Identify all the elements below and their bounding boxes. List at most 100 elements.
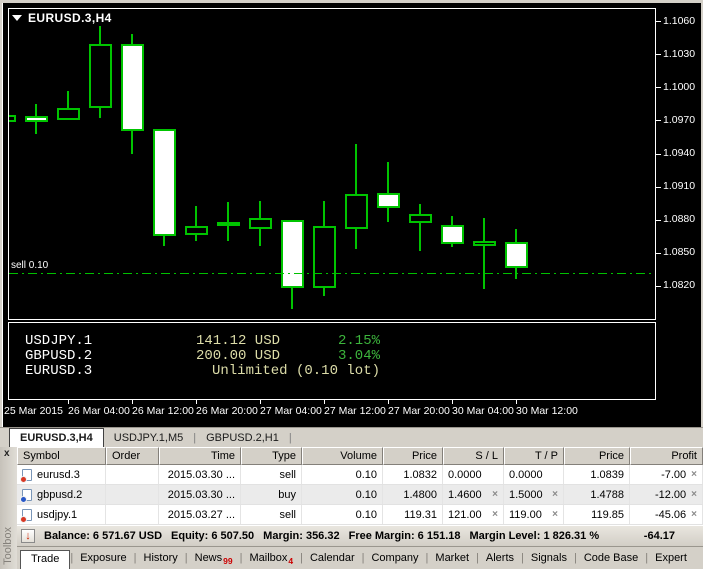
overlay-symbol: EURUSD.3 (25, 363, 92, 379)
chart-title: EURUSD.3,H4 (28, 11, 112, 25)
symbol-cell: gbpusd.2 (17, 485, 106, 504)
bear-candle-body (505, 242, 528, 268)
trade-row-gbpusd.2[interactable]: gbpusd.22015.03.30 ...buy0.101.48001.460… (17, 485, 703, 505)
order-cell (106, 465, 159, 484)
profit-value: -45.06 (655, 509, 686, 521)
type-cell: sell (241, 505, 302, 524)
take-profit-cell: 0.0000 (504, 465, 564, 484)
time-tick-label: 27 Mar 20:00 (388, 405, 450, 417)
tp-value: 119.00 (509, 509, 542, 521)
remove-sl-button[interactable]: × (492, 489, 498, 500)
bear-candle-body (377, 193, 400, 207)
bull-candle-body (8, 115, 16, 122)
price-tick-label: 1.0850 (663, 246, 695, 258)
bear-candle-body (121, 44, 144, 131)
buy-dot-icon (20, 496, 27, 503)
toolbox-panel: x Toolbox SymbolOrderTimeTypeVolumePrice… (0, 447, 703, 569)
chart-tab-eurusd-3-h4[interactable]: EURUSD.3,H4 (9, 428, 104, 447)
time-tick-label: 26 Mar 04:00 (68, 405, 130, 417)
column-header-volume[interactable]: Volume (302, 447, 383, 465)
profit-value: -7.00 (661, 469, 686, 481)
toolbox-tab-trade[interactable]: Trade (20, 550, 70, 569)
symbol-cell: usdjpy.1 (17, 505, 106, 524)
trade-row-usdjpy.1[interactable]: usdjpy.12015.03.27 ...sell0.10119.31121.… (17, 505, 703, 525)
tab-label: History (144, 552, 178, 564)
price-tick (656, 286, 661, 287)
time-tick (132, 400, 133, 404)
close-order-button[interactable]: × (691, 509, 697, 520)
tab-label: Trade (31, 553, 59, 565)
sl-value: 0.0000 (448, 469, 482, 481)
time-cell: 2015.03.27 ... (159, 505, 241, 524)
toolbox-tab-history[interactable]: History (137, 550, 185, 566)
close-toolbox-button[interactable]: x (4, 448, 10, 459)
tp-value: 0.0000 (509, 469, 543, 481)
account-info-subwindow: USDJPY.1141.12 USD2.15%GBPUSD.2200.00 US… (8, 322, 656, 400)
price-tick-label: 1.0910 (663, 180, 695, 192)
unread-count-badge: 99 (223, 556, 232, 566)
toolbox-tab-news[interactable]: News99 (188, 550, 240, 566)
column-header-profit[interactable]: Profit (630, 447, 703, 465)
main-plot[interactable]: EURUSD.3,H4 sell 0.10 (8, 8, 656, 320)
close-order-button[interactable]: × (691, 469, 697, 480)
terminal-window: EURUSD.3,H4 sell 0.10 1.10601.10301.1000… (0, 0, 703, 569)
column-header-type[interactable]: Type (241, 447, 302, 465)
toolbox-tab-exposure[interactable]: Exposure (73, 550, 133, 566)
bear-candle-body (25, 116, 48, 122)
toolbox-tab-signals[interactable]: Signals (524, 550, 574, 566)
toolbox-tab-expert[interactable]: Expert (648, 550, 694, 566)
tab-label: Calendar (310, 552, 355, 564)
toolbox-tab-mailbox[interactable]: Mailbox4 (242, 550, 300, 566)
close-order-button[interactable]: × (691, 489, 697, 500)
toolbox-tab-code-base[interactable]: Code Base (577, 550, 645, 566)
remove-tp-button[interactable]: × (552, 489, 558, 500)
column-header-price[interactable]: Price (564, 447, 630, 465)
symbol-name: gbpusd.2 (37, 489, 82, 501)
balance-bar: ↓ Balance: 6 571.67 USDEquity: 6 507.50M… (17, 525, 703, 546)
time-tick-label: 25 Mar 2015 (4, 405, 63, 417)
order-cell (106, 485, 159, 504)
price-tick (656, 253, 661, 254)
column-header-time[interactable]: Time (159, 447, 241, 465)
column-header-s-l[interactable]: S / L (443, 447, 504, 465)
open-price-cell: 1.0832 (383, 465, 443, 484)
column-header-t-p[interactable]: T / P (504, 447, 564, 465)
red-down-arrow-icon: ↓ (25, 531, 31, 542)
price-tick (656, 54, 661, 55)
toolbox-tab-alerts[interactable]: Alerts (479, 550, 521, 566)
time-tick-label: 26 Mar 20:00 (196, 405, 258, 417)
stop-loss-cell: 121.00× (443, 505, 504, 524)
price-tick (656, 87, 661, 88)
toolbox-tab-calendar[interactable]: Calendar (303, 550, 362, 566)
profit-value: -12.00 (655, 489, 686, 501)
open-price-cell: 1.4800 (383, 485, 443, 504)
bull-candle-body (409, 214, 432, 223)
chart-dropdown-icon[interactable] (12, 15, 22, 21)
tab-separator: | (289, 428, 292, 447)
time-tick-label: 30 Mar 04:00 (452, 405, 514, 417)
trade-row-eurusd.3[interactable]: eurusd.32015.03.30 ...sell0.101.08320.00… (17, 465, 703, 485)
overlay-symbol: USDJPY.1 (25, 333, 92, 349)
volume-cell: 0.10 (302, 485, 383, 504)
remove-tp-button[interactable]: × (552, 509, 558, 520)
symbol-name: eurusd.3 (37, 469, 80, 481)
remove-sl-button[interactable]: × (492, 509, 498, 520)
sell-dot-icon (20, 476, 27, 483)
price-tick-label: 1.1030 (663, 48, 695, 60)
time-tick (452, 400, 453, 404)
toolbox-tab-market[interactable]: Market (428, 550, 476, 566)
toolbox-tab-company[interactable]: Company (364, 550, 425, 566)
column-header-symbol[interactable]: Symbol (17, 447, 106, 465)
trade-table-header: SymbolOrderTimeTypeVolumePriceS / LT / P… (17, 447, 703, 465)
chart-tab-usdjpy-1-m5[interactable]: USDJPY.1,M5 (104, 428, 194, 447)
price-tick-label: 1.1000 (663, 81, 695, 93)
price-tick (656, 154, 661, 155)
column-header-price[interactable]: Price (383, 447, 443, 465)
candle-wick (419, 204, 421, 250)
chart-title-row: EURUSD.3,H4 (12, 11, 112, 25)
price-tick-label: 1.0970 (663, 114, 695, 126)
balance-item-balance-: Balance: 6 571.67 USD (44, 530, 162, 542)
column-header-order[interactable]: Order (106, 447, 159, 465)
chart-tab-gbpusd-2-h1[interactable]: GBPUSD.2,H1 (196, 428, 289, 447)
price-axis: 1.10601.10301.10001.09701.09401.09101.08… (656, 3, 701, 403)
